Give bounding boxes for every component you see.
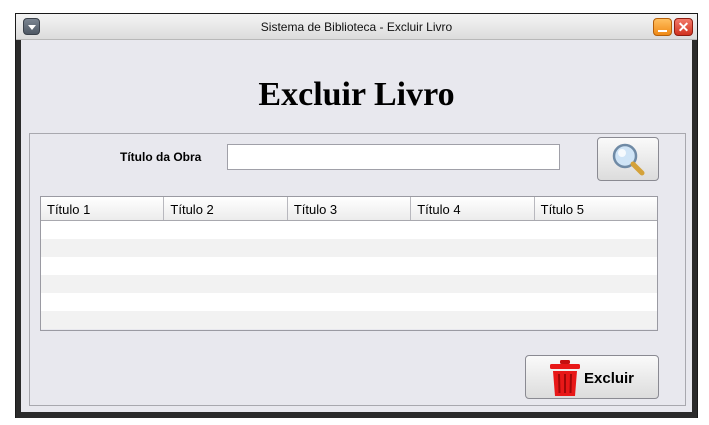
table-row[interactable]	[41, 257, 657, 275]
table-row[interactable]	[41, 221, 657, 239]
table-row[interactable]	[41, 293, 657, 311]
close-button[interactable]: ✕	[674, 18, 693, 36]
search-button[interactable]	[597, 137, 659, 181]
column-header[interactable]: Título 5	[535, 197, 657, 220]
title-bar: Sistema de Biblioteca - Excluir Livro ✕	[16, 14, 697, 40]
magnifier-icon	[612, 143, 645, 176]
table-row[interactable]	[41, 275, 657, 293]
column-header[interactable]: Título 3	[288, 197, 412, 220]
search-panel: Título da Obra Título 1 Título 2 Título …	[29, 133, 686, 406]
trash-icon	[550, 360, 580, 396]
delete-button-label: Excluir	[584, 370, 635, 387]
table-row[interactable]	[41, 239, 657, 257]
table-row[interactable]	[41, 311, 657, 329]
app-window: Sistema de Biblioteca - Excluir Livro ✕ …	[15, 13, 698, 418]
content-area: Excluir Livro Título da Obra Título 1 Tí…	[21, 40, 692, 412]
column-header[interactable]: Título 4	[411, 197, 535, 220]
title-search-input[interactable]	[227, 144, 560, 170]
page-title: Excluir Livro	[258, 76, 455, 113]
books-table[interactable]: Título 1 Título 2 Título 3 Título 4 Títu…	[40, 196, 658, 331]
window-bottom-border	[16, 412, 697, 418]
delete-button[interactable]: Excluir	[525, 355, 659, 399]
column-header[interactable]: Título 2	[164, 197, 288, 220]
window-title: Sistema de Biblioteca - Excluir Livro	[260, 20, 453, 34]
column-header[interactable]: Título 1	[41, 197, 165, 220]
table-header: Título 1 Título 2 Título 3 Título 4 Títu…	[41, 197, 657, 221]
title-label: Título da Obra	[120, 150, 202, 164]
minimize-button[interactable]	[653, 18, 672, 36]
